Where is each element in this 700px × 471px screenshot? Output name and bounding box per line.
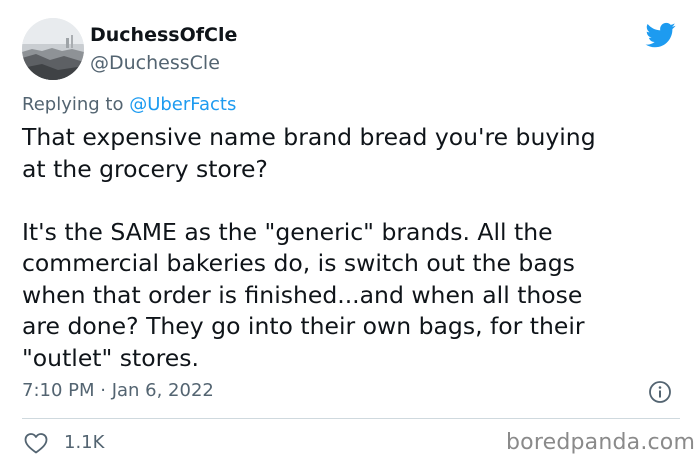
twitter-bird-icon[interactable] [644,20,678,50]
tweet-card: DuchessOfCle @DuchessCle Replying to @Ub… [0,0,700,471]
tweet-text: That expensive name brand bread you're b… [22,123,596,372]
author-handle[interactable]: @DuchessCle [90,52,220,74]
avatar-photo [22,18,84,80]
info-icon[interactable] [648,380,672,404]
like-count: 1.1K [64,432,105,453]
avatar[interactable] [22,18,84,80]
tweet-timestamp[interactable]: 7:10 PM · Jan 6, 2022 [22,380,214,401]
author-display-name[interactable]: DuchessOfCle [90,24,237,46]
heart-icon[interactable] [24,432,48,454]
reply-mention-link[interactable]: @UberFacts [129,94,236,115]
replying-to-prefix: Replying to [22,94,130,115]
source-watermark: boredpanda.com [506,430,696,455]
divider [22,418,680,419]
replying-to: Replying to @UberFacts [22,94,236,115]
